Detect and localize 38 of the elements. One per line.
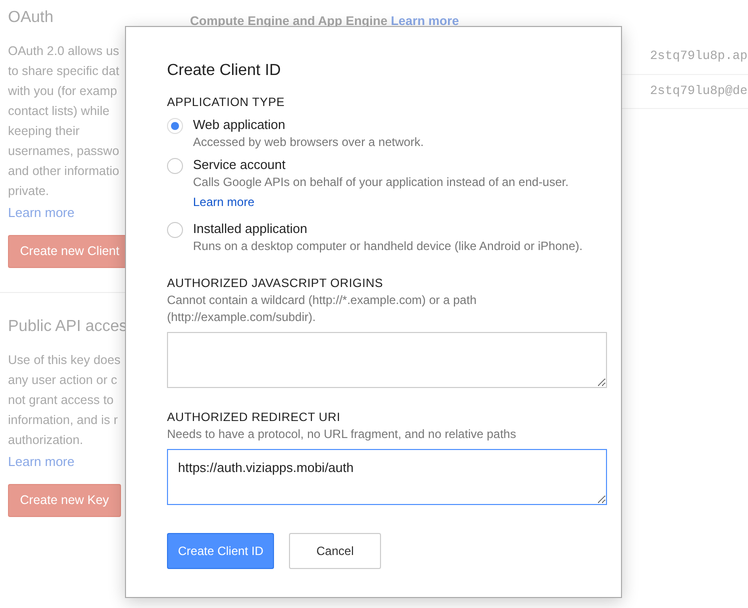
field-label: AUTHORIZED JAVASCRIPT ORIGINS — [167, 275, 384, 292]
radio-button[interactable] — [167, 118, 183, 134]
option-description: Calls Google APIs on behalf of your application instead of an end-user. — [193, 174, 569, 190]
description-line: keeping their — [8, 123, 80, 140]
option-label: Installed application — [193, 220, 308, 238]
create-button[interactable]: Create Client ID — [167, 533, 274, 569]
description-line: Use of this key does — [8, 352, 121, 369]
description-line: OAuth 2.0 allows us — [8, 43, 120, 60]
radio-button[interactable] — [167, 158, 183, 174]
field-label: AUTHORIZED REDIRECT URI — [167, 409, 342, 426]
section-heading: OAuth — [8, 8, 54, 28]
description-line: with you (for examp — [8, 83, 118, 100]
description-line: authorization. — [8, 432, 84, 449]
radio-button[interactable] — [167, 222, 183, 238]
text-area[interactable]: https://auth.viziapps.mobi/auth — [167, 449, 607, 505]
option-description: Runs on a desktop computer or handheld device (like Android or iPhone). — [193, 238, 583, 254]
description-line: private. — [8, 183, 49, 200]
cancel-button[interactable]: Cancel — [289, 533, 381, 569]
field-help: Cannot contain a wildcard (http://*.example.com) or a path (http://example.com/subdir). — [167, 292, 478, 326]
learn-more-link[interactable]: Learn more — [193, 194, 254, 210]
section-label: APPLICATION TYPE — [167, 94, 286, 111]
section-heading: Public API acces — [8, 316, 125, 337]
description-line: not grant access to — [8, 392, 114, 409]
option-description: Accessed by web browsers over a network. — [193, 134, 424, 150]
description-line: to share specific dat — [8, 63, 120, 80]
description-line: usernames, passwo — [8, 143, 120, 160]
option-label: Service account — [193, 156, 286, 174]
description-line: contact lists) while — [8, 103, 110, 120]
learn-more-link[interactable]: Learn more — [8, 203, 74, 223]
description-line: information, and is r — [8, 412, 118, 429]
create-button[interactable]: Create new Key — [8, 484, 121, 516]
description-line: any user action or c — [8, 372, 118, 389]
learn-more-link[interactable]: Learn more — [390, 14, 460, 28]
description-line: and other informatio — [8, 163, 120, 180]
field-help: Needs to have a protocol, no URL fragment, and no relative paths — [167, 426, 518, 443]
option-label: Web application — [193, 116, 286, 134]
text-area[interactable] — [167, 332, 607, 388]
learn-more-link[interactable]: Learn more — [8, 452, 74, 472]
